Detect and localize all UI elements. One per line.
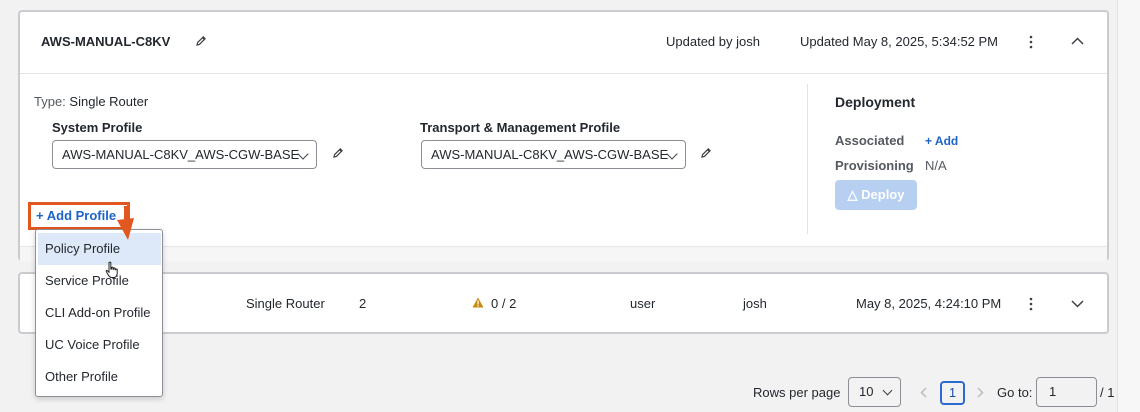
edit-transport-profile-icon[interactable]: [700, 147, 712, 159]
menu-item-cli-addon-profile[interactable]: CLI Add-on Profile: [38, 297, 161, 329]
associated-add-link[interactable]: + Add: [925, 134, 958, 148]
row-type: Single Router: [246, 296, 325, 311]
goto-label: Go to:: [997, 385, 1033, 400]
add-profile-menu: Policy Profile Service Profile CLI Add-o…: [35, 229, 163, 397]
menu-item-policy-profile[interactable]: Policy Profile: [38, 233, 161, 265]
total-pages: / 1: [1100, 385, 1115, 400]
page-1-button[interactable]: 1: [940, 381, 965, 405]
deployment-heading: Deployment: [835, 94, 916, 110]
transport-profile-label: Transport & Management Profile: [420, 120, 621, 135]
prev-page-icon[interactable]: [920, 386, 927, 401]
menu-item-service-profile[interactable]: Service Profile: [38, 265, 161, 297]
updated-at-text: Updated May 8, 2025, 5:34:52 PM: [800, 34, 999, 49]
edit-name-icon[interactable]: [195, 35, 207, 47]
updated-by-text: Updated by josh: [666, 34, 760, 49]
expand-chevron-icon[interactable]: [1071, 300, 1084, 308]
right-scroll-panel: [1117, 0, 1140, 412]
collapse-chevron-icon[interactable]: [1071, 37, 1084, 45]
more-options-icon[interactable]: [1029, 297, 1033, 311]
type-label: Type: Single Router: [34, 94, 149, 109]
hand-cursor-icon: [105, 261, 118, 278]
header-divider: [20, 73, 1107, 74]
menu-item-uc-voice-profile[interactable]: UC Voice Profile: [38, 329, 161, 361]
system-profile-value: AWS-MANUAL-C8KV_AWS-CGW-BASE: [62, 147, 300, 162]
system-profile-select[interactable]: AWS-MANUAL-C8KV_AWS-CGW-BASE: [52, 140, 317, 169]
rocket-icon: △: [847, 187, 858, 202]
provisioning-value: N/A: [925, 158, 947, 173]
rows-per-page-value: 10: [859, 384, 874, 399]
add-profile-label: Add Profile: [46, 208, 117, 223]
plus-icon: +: [925, 134, 933, 148]
transport-profile-value: AWS-MANUAL-C8KV_AWS-CGW-BASE: [431, 147, 669, 162]
more-options-icon[interactable]: [1029, 35, 1033, 49]
annotation-arrow-icon: [117, 206, 134, 240]
transport-profile-select[interactable]: AWS-MANUAL-C8KV_AWS-CGW-BASE: [421, 140, 686, 169]
rows-per-page-select[interactable]: 10: [848, 377, 901, 407]
menu-item-other-profile[interactable]: Other Profile: [38, 361, 161, 393]
plus-icon: +: [36, 208, 44, 223]
type-value: Single Router: [69, 94, 149, 109]
config-group-card-collapsed: Single Router 2 0 / 2 user josh May 8, 2…: [18, 272, 1109, 334]
card-footer-strip: [20, 246, 1107, 261]
config-group-card-expanded: AWS-MANUAL-C8KV Updated by josh Updated …: [18, 10, 1109, 261]
goto-page-input[interactable]: 1: [1036, 377, 1097, 407]
system-profile-label: System Profile: [52, 120, 143, 135]
row-count: 2: [359, 296, 367, 311]
edit-system-profile-icon[interactable]: [332, 147, 344, 159]
deploy-button[interactable]: △ Deploy: [835, 180, 917, 210]
chevron-down-icon: [882, 385, 893, 396]
associated-label: Associated: [835, 133, 905, 148]
row-updated-at: May 8, 2025, 4:24:10 PM: [856, 296, 1002, 311]
provisioning-label: Provisioning: [835, 158, 914, 173]
row-updated-by: josh: [743, 296, 767, 311]
warning-icon: [472, 296, 484, 311]
config-group-title: AWS-MANUAL-C8KV: [41, 34, 171, 49]
row-warning-count: 0 / 2: [491, 296, 517, 311]
rows-per-page-label: Rows per page: [753, 385, 841, 400]
row-role: user: [630, 296, 656, 311]
next-page-icon[interactable]: [977, 386, 984, 401]
deployment-divider: [807, 84, 808, 234]
